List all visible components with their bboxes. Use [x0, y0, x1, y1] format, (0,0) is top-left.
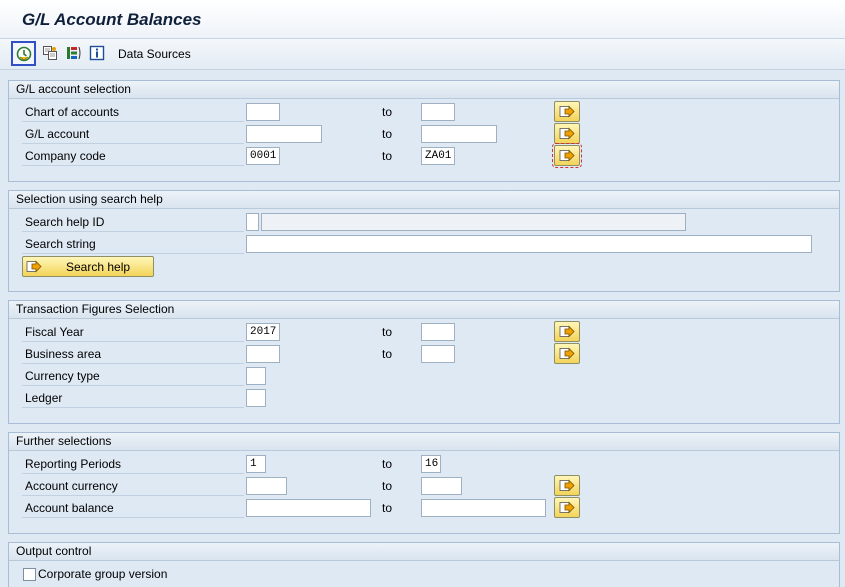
search-string-input[interactable] — [246, 235, 812, 253]
group-header: Selection using search help — [16, 192, 163, 206]
multiple-selection-arrow-icon — [26, 260, 42, 273]
search-help-id-label: Search help ID — [25, 215, 105, 229]
corporate-group-version-checkbox[interactable] — [23, 568, 36, 581]
company-code-multiple-selection-button[interactable] — [552, 143, 582, 168]
fiscal-year-label: Fiscal Year — [25, 325, 84, 339]
multiple-selection-arrow-icon — [559, 501, 575, 514]
search-help-button-label: Search help — [66, 260, 131, 274]
title-bar: G/L Account Balances — [0, 0, 845, 39]
account-currency-to-input[interactable] — [421, 477, 462, 495]
reporting-periods-from-input[interactable]: 1 — [246, 455, 266, 473]
account-currency-from-input[interactable] — [246, 477, 287, 495]
business-area-multiple-selection-button[interactable] — [554, 343, 580, 364]
get-variant-button[interactable] — [40, 43, 60, 63]
gl-account-to-input[interactable] — [421, 125, 497, 143]
chart-of-accounts-to-input[interactable] — [421, 103, 455, 121]
search-string-label: Search string — [25, 237, 96, 251]
chart-of-accounts-from-input[interactable] — [246, 103, 280, 121]
chart-of-accounts-label: Chart of accounts — [25, 105, 120, 119]
reporting-periods-label: Reporting Periods — [25, 457, 122, 471]
account-balance-label: Account balance — [25, 501, 114, 515]
to-label: to — [382, 347, 393, 361]
multiple-selection-arrow-icon — [559, 479, 575, 492]
to-label: to — [382, 127, 393, 141]
corporate-group-version-label: Corporate group version — [38, 567, 168, 581]
to-label: to — [382, 325, 393, 339]
search-help-id-input[interactable] — [246, 213, 259, 231]
to-label: to — [382, 149, 393, 163]
selection-options-button[interactable] — [64, 43, 84, 63]
data-sources-button[interactable]: Data Sources — [118, 47, 191, 61]
to-label: to — [382, 105, 393, 119]
account-balance-to-input[interactable] — [421, 499, 546, 517]
company-code-label: Company code — [25, 149, 106, 163]
chart-of-accounts-multiple-selection-button[interactable] — [554, 101, 580, 122]
to-label: to — [382, 479, 393, 493]
execute-clock-icon — [16, 46, 32, 62]
multiple-selection-arrow-icon — [559, 149, 575, 162]
fiscal-year-multiple-selection-button[interactable] — [554, 321, 580, 342]
fiscal-year-from-input[interactable]: 2017 — [246, 323, 280, 341]
page-title: G/L Account Balances — [22, 10, 202, 29]
ledger-label: Ledger — [25, 391, 63, 405]
group-header: Further selections — [16, 434, 112, 448]
business-area-to-input[interactable] — [421, 345, 455, 363]
gl-account-from-input[interactable] — [246, 125, 322, 143]
gl-account-multiple-selection-button[interactable] — [554, 123, 580, 144]
gl-account-label: G/L account — [25, 127, 90, 141]
ledger-input[interactable] — [246, 389, 266, 407]
multiple-selection-arrow-icon — [559, 127, 575, 140]
reporting-periods-to-input[interactable]: 16 — [421, 455, 441, 473]
account-balance-multiple-selection-button[interactable] — [554, 497, 580, 518]
multiple-selection-arrow-icon — [559, 325, 575, 338]
search-help-button[interactable]: Search help — [22, 256, 154, 277]
group-header: Transaction Figures Selection — [16, 302, 175, 316]
currency-type-label: Currency type — [25, 369, 100, 383]
program-documentation-button[interactable] — [87, 43, 107, 63]
selection-options-icon — [67, 46, 81, 60]
business-area-label: Business area — [25, 347, 102, 361]
to-label: to — [382, 501, 393, 515]
company-code-to-input[interactable]: ZA01 — [421, 147, 455, 165]
info-icon — [89, 45, 105, 61]
account-currency-label: Account currency — [25, 479, 118, 493]
fiscal-year-to-input[interactable] — [421, 323, 455, 341]
get-variant-icon — [43, 46, 57, 60]
execute-button[interactable] — [11, 41, 36, 66]
search-help-id-description — [261, 213, 686, 231]
group-header: G/L account selection — [16, 82, 131, 96]
account-currency-multiple-selection-button[interactable] — [554, 475, 580, 496]
business-area-from-input[interactable] — [246, 345, 280, 363]
account-balance-from-input[interactable] — [246, 499, 371, 517]
to-label: to — [382, 457, 393, 471]
company-code-from-input[interactable]: 0001 — [246, 147, 280, 165]
currency-type-input[interactable] — [246, 367, 266, 385]
multiple-selection-arrow-icon — [559, 105, 575, 118]
group-header: Output control — [16, 544, 92, 558]
multiple-selection-arrow-icon — [559, 347, 575, 360]
